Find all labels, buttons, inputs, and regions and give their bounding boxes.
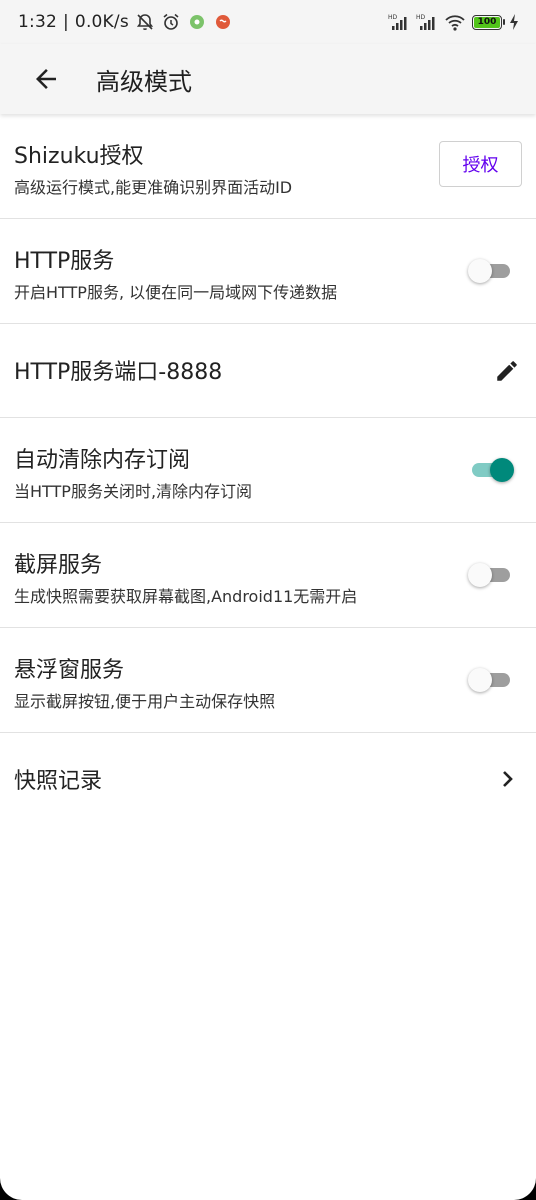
- signal-hd-icon: HD: [388, 14, 407, 30]
- edit-icon[interactable]: [494, 358, 520, 384]
- screenshot-service-toggle[interactable]: [468, 560, 514, 590]
- app-bar: 高级模式: [0, 44, 536, 114]
- http-service-toggle[interactable]: [468, 256, 514, 286]
- back-button[interactable]: [26, 59, 66, 99]
- status-divider: |: [62, 12, 69, 32]
- svg-text:HD: HD: [388, 14, 398, 21]
- status-left: 1:32 | 0.0K/s: [18, 12, 233, 32]
- setting-subtitle: 生成快照需要获取屏幕截图,Android11无需开启: [14, 587, 358, 606]
- setting-shizuku: Shizuku授权 高级运行模式,能更准确识别界面活动ID 授权: [0, 114, 536, 219]
- setting-subtitle: 开启HTTP服务, 以便在同一局域网下传递数据: [14, 283, 338, 302]
- switch-thumb: [490, 458, 514, 482]
- setting-title: HTTP服务: [14, 249, 115, 274]
- status-right: HD HD 100: [388, 12, 520, 32]
- setting-subtitle: 高级运行模式,能更准确识别界面活动ID: [14, 178, 293, 197]
- setting-title: HTTP服务端口-8888: [14, 360, 223, 385]
- switch-thumb: [468, 668, 492, 692]
- setting-http-port[interactable]: HTTP服务端口-8888: [0, 324, 536, 418]
- setting-subtitle: 当HTTP服务关闭时,清除内存订阅: [14, 482, 253, 501]
- setting-title: Shizuku授权: [14, 144, 144, 169]
- setting-auto-clear[interactable]: 自动清除内存订阅 当HTTP服务关闭时,清除内存订阅: [0, 418, 536, 523]
- battery-level: 100: [474, 16, 500, 28]
- setting-title: 快照记录: [14, 769, 103, 794]
- switch-thumb: [468, 259, 492, 283]
- signal-hd-icon-2: HD: [416, 14, 435, 30]
- floating-window-toggle[interactable]: [468, 665, 514, 695]
- app-notification-icon-2: [215, 15, 230, 29]
- arrow-back-icon: [36, 69, 56, 89]
- authorize-button[interactable]: 授权: [439, 141, 522, 187]
- auto-clear-toggle[interactable]: [468, 455, 514, 485]
- setting-subtitle: 显示截屏按钮,便于用户主动保存快照: [14, 692, 276, 711]
- setting-screenshot-service[interactable]: 截屏服务 生成快照需要获取屏幕截图,Android11无需开启: [0, 523, 536, 628]
- setting-snapshot-records[interactable]: 快照记录: [0, 733, 536, 827]
- network-speed: 0.0K/s: [74, 12, 129, 32]
- setting-title: 截屏服务: [14, 553, 103, 578]
- screen: 1:32 | 0.0K/s HD HD 100 高级模式 Shizuku授权 高…: [0, 0, 536, 1200]
- page-title: 高级模式: [96, 68, 192, 96]
- settings-list: Shizuku授权 高级运行模式,能更准确识别界面活动ID 授权 HTTP服务 …: [0, 114, 536, 827]
- setting-title: 自动清除内存订阅: [14, 448, 191, 473]
- chevron-right-icon: [503, 771, 513, 787]
- setting-http-service[interactable]: HTTP服务 开启HTTP服务, 以便在同一局域网下传递数据: [0, 219, 536, 324]
- wifi-icon: [445, 15, 465, 31]
- alarm-icon: [163, 13, 179, 30]
- setting-floating-window[interactable]: 悬浮窗服务 显示截屏按钮,便于用户主动保存快照: [0, 628, 536, 733]
- battery-icon: 100: [472, 14, 505, 30]
- app-notification-icon: [189, 15, 204, 29]
- status-time: 1:32: [18, 12, 57, 32]
- setting-title: 悬浮窗服务: [14, 658, 125, 683]
- status-bar: 1:32 | 0.0K/s HD HD 100: [0, 0, 536, 44]
- switch-thumb: [468, 563, 492, 587]
- svg-text:HD: HD: [416, 14, 426, 21]
- mute-icon: [136, 14, 153, 30]
- charging-icon: [510, 14, 518, 30]
